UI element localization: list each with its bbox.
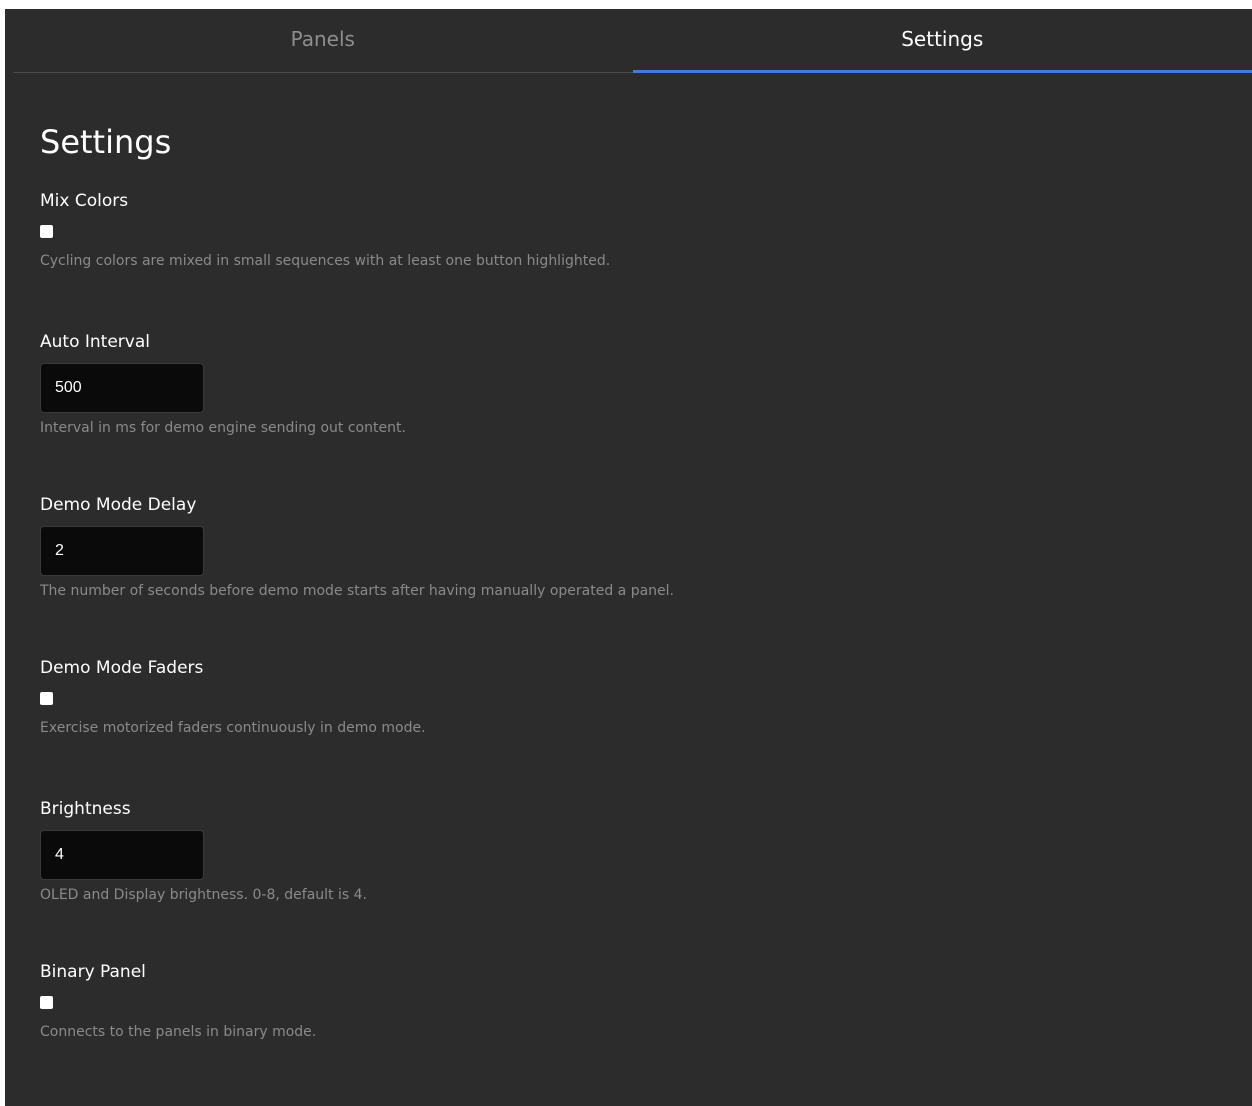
- binary-panel-label: Binary Panel: [40, 962, 146, 982]
- setting-demo-mode-delay: Demo Mode Delay The number of seconds be…: [40, 494, 674, 600]
- setting-brightness: Brightness OLED and Display brightness. …: [40, 798, 367, 904]
- tab-settings-label: Settings: [901, 26, 984, 51]
- demo-mode-faders-help: Exercise motorized faders continuously i…: [40, 720, 426, 736]
- binary-panel-checkbox[interactable]: [40, 996, 53, 1009]
- setting-binary-panel: Binary Panel Connects to the panels in b…: [40, 961, 316, 1041]
- mix-colors-label: Mix Colors: [40, 191, 129, 211]
- tab-panels[interactable]: Panels: [13, 9, 633, 72]
- setting-auto-interval: Auto Interval Interval in ms for demo en…: [40, 331, 406, 437]
- auto-interval-input[interactable]: [40, 363, 204, 413]
- demo-mode-faders-checkbox[interactable]: [40, 692, 53, 705]
- brightness-help: OLED and Display brightness. 0-8, defaul…: [40, 887, 367, 903]
- tab-panels-label: Panels: [290, 26, 355, 51]
- binary-panel-help: Connects to the panels in binary mode.: [40, 1024, 317, 1040]
- setting-mix-colors: Mix Colors Cycling colors are mixed in s…: [40, 190, 610, 270]
- settings-content: Settings Mix Colors Cycling colors are m…: [40, 117, 1220, 1040]
- mix-colors-checkbox[interactable]: [40, 225, 53, 238]
- demo-mode-delay-help: The number of seconds before demo mode s…: [40, 583, 674, 599]
- demo-mode-faders-label: Demo Mode Faders: [40, 658, 204, 678]
- auto-interval-label: Auto Interval: [40, 332, 150, 352]
- demo-mode-delay-label: Demo Mode Delay: [40, 495, 197, 515]
- mix-colors-help: Cycling colors are mixed in small sequen…: [40, 253, 611, 269]
- brightness-label: Brightness: [40, 799, 131, 819]
- tab-settings[interactable]: Settings: [632, 9, 1252, 73]
- setting-demo-mode-faders: Demo Mode Faders Exercise motorized fade…: [40, 657, 426, 737]
- demo-mode-delay-input[interactable]: [40, 526, 204, 576]
- app-window: Panels Settings Settings Mix Colors Cycl…: [5, 9, 1252, 1106]
- tab-bar: Panels Settings: [13, 9, 1252, 73]
- brightness-input[interactable]: [40, 830, 204, 880]
- auto-interval-help: Interval in ms for demo engine sending o…: [40, 420, 406, 436]
- page-title: Settings: [40, 123, 172, 161]
